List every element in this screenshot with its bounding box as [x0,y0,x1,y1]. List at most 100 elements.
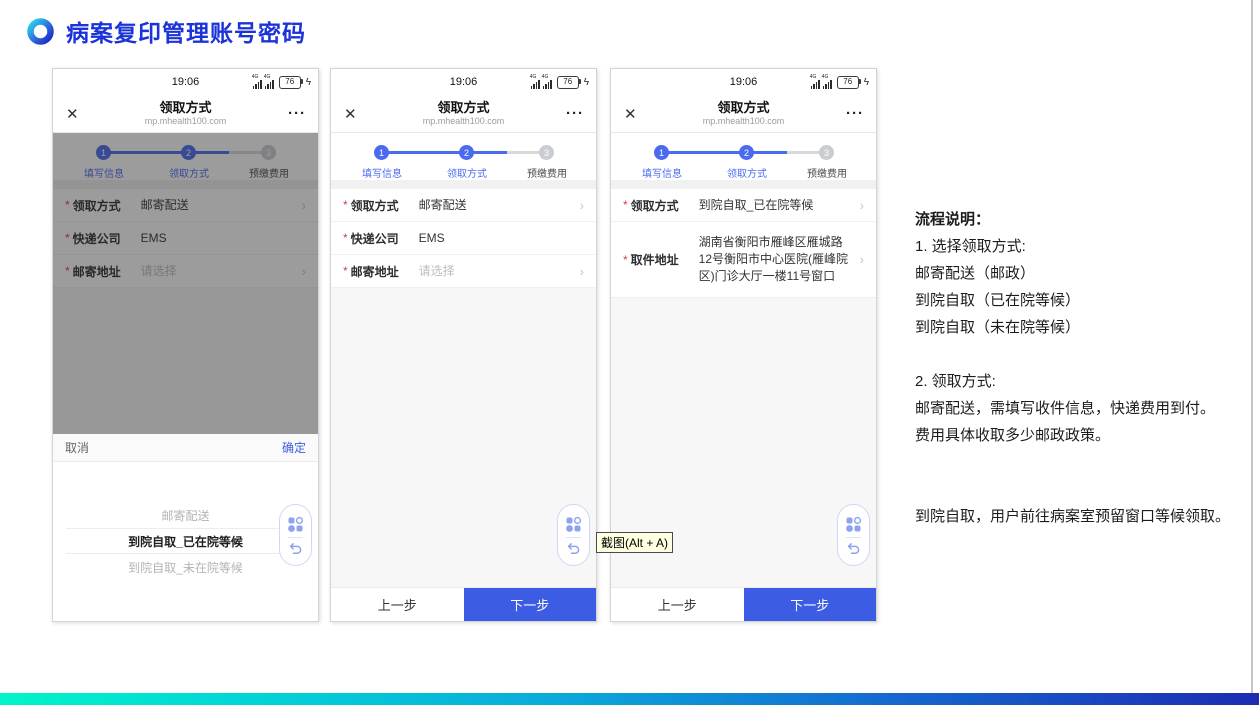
field-label: 快递公司 [351,230,411,247]
note-line: 到院自取（未在院等候） [915,314,1257,341]
nav-center: 领取方式 mp.mhealth100.com [611,100,876,128]
field-pickup-method[interactable]: * 领取方式 邮寄配送 › [331,189,596,222]
undo-icon[interactable] [566,542,581,555]
note-line [915,341,1257,368]
progress-line [382,151,467,154]
dim-overlay [53,133,318,434]
picker-option-selected[interactable]: 到院自取_已在院等候 [66,528,306,554]
field-pickup-method[interactable]: * 领取方式 到院自取_已在院等候 › [611,189,876,222]
nav-bar: ✕ 领取方式 mp.mhealth100.com ··· [331,95,596,133]
step-label-1: 填写信息 [630,165,694,180]
picker-option[interactable]: 邮寄配送 [66,502,306,528]
sheet-header: 取消 确定 [53,434,318,462]
floating-widget[interactable] [279,504,312,566]
nav-title: 领取方式 [437,100,489,116]
wizard-footer: 上一步 下一步 [331,587,596,621]
step-circle-1: 1 [654,145,669,160]
bottom-gradient-bar [0,693,1259,705]
divider [566,537,581,538]
note-line: 到院自取，用户前往病案室预留窗口等候领取。 [915,503,1257,530]
chevron-right-icon: › [580,264,584,279]
stepper: 1 2 3 填写信息 领取方式 预缴费用 [331,133,596,180]
nav-bar: ✕ 领取方式 mp.mhealth100.com ··· [53,95,318,133]
field-value: EMS [419,230,584,247]
status-bar: 19:06 4G 4G 76 ϟ [331,69,596,95]
note-line [915,476,1257,503]
form-fields: * 领取方式 邮寄配送 › * 快递公司 EMS * 邮寄地址 请选择 › [331,189,596,288]
required-mark: * [343,264,348,278]
prev-button[interactable]: 上一步 [331,588,464,621]
note-line: 2. 领取方式: [915,368,1257,395]
signal-icon: 4G [823,75,832,89]
field-mail-address[interactable]: * 邮寄地址 请选择 › [331,255,596,288]
undo-icon[interactable] [288,542,303,555]
next-button[interactable]: 下一步 [744,588,877,621]
wizard-footer: 上一步 下一步 [611,587,876,621]
signal-icon: 4G [253,75,262,89]
field-label: 领取方式 [351,197,411,214]
chevron-right-icon: › [860,252,864,267]
divider [288,537,303,538]
field-value: 邮寄配送 [419,197,576,214]
close-icon[interactable]: ✕ [344,105,357,123]
battery-icon: 76 [837,76,859,89]
status-bar: 19:06 4G 4G 76 ϟ [53,69,318,95]
more-icon[interactable]: ··· [288,105,306,122]
nav-title: 领取方式 [159,100,211,116]
signal-icon: 4G [531,75,540,89]
note-line: 到院自取（已在院等候） [915,287,1257,314]
step-label-3: 预缴费用 [795,165,859,180]
confirm-button[interactable]: 确定 [282,439,306,456]
ring-logo-icon [27,18,54,45]
field-placeholder: 请选择 [419,263,576,280]
signal-icon: 4G [543,75,552,89]
chevron-right-icon: › [580,198,584,213]
nav-center: 领取方式 mp.mhealth100.com [331,100,596,128]
status-icons: 4G 4G 76 ϟ [253,69,311,95]
notes-heading: 流程说明： [915,206,1257,233]
close-icon[interactable]: ✕ [624,105,637,123]
screenshot-tooltip: 截图(Alt + A) [596,532,673,553]
step-circle-2: 2 [459,145,474,160]
phone-screenshot-2: 19:06 4G 4G 76 ϟ ✕ 领取方式 mp.mhealth100.co… [330,68,597,622]
field-pickup-address[interactable]: * 取件地址 湖南省衡阳市雁峰区雁城路12号衡阳市中心医院(雁峰院区)门诊大厅一… [611,222,876,298]
form-fields: * 领取方式 到院自取_已在院等候 › * 取件地址 湖南省衡阳市雁峰区雁城路1… [611,189,876,298]
slide-header: 病案复印管理账号密码 [27,14,306,48]
field-courier-company: * 快递公司 EMS [331,222,596,255]
battery-icon: 76 [279,76,301,89]
status-bar: 19:06 4G 4G 76 ϟ [611,69,876,95]
close-icon[interactable]: ✕ [66,105,79,123]
slide: 病案复印管理账号密码 19:06 4G 4G 76 ϟ ✕ 领取方式 mp.mh… [0,0,1259,705]
chevron-right-icon: › [860,198,864,213]
field-value: 到院自取_已在院等候 [699,197,856,214]
required-mark: * [343,231,348,245]
nav-title: 领取方式 [717,100,769,116]
nav-bar: ✕ 领取方式 mp.mhealth100.com ··· [611,95,876,133]
cancel-button[interactable]: 取消 [65,439,89,456]
prev-button[interactable]: 上一步 [611,588,744,621]
next-button[interactable]: 下一步 [464,588,597,621]
more-icon[interactable]: ··· [566,105,584,122]
divider [846,537,861,538]
note-line: 费用具体收取多少邮政政策。 [915,422,1257,449]
required-mark: * [343,198,348,212]
note-line [915,449,1257,476]
grid-icon [845,516,862,533]
floating-widget[interactable] [557,504,590,566]
note-line: 1. 选择领取方式: [915,233,1257,260]
progress-line [662,151,747,154]
section-gap [611,180,876,189]
status-time: 19:06 [730,76,758,88]
floating-widget[interactable] [837,504,870,566]
battery-icon: 76 [557,76,579,89]
more-icon[interactable]: ··· [846,105,864,122]
process-notes: 流程说明： 1. 选择领取方式: 邮寄配送（邮政） 到院自取（已在院等候） 到院… [915,206,1257,530]
picker-option[interactable]: 到院自取_未在院等候 [66,554,306,580]
signal-icon: 4G [811,75,820,89]
step-label-3: 预缴费用 [515,165,579,180]
nav-subtitle: mp.mhealth100.com [703,116,785,127]
undo-icon[interactable] [846,542,861,555]
nav-subtitle: mp.mhealth100.com [423,116,505,127]
step-circle-3: 3 [819,145,834,160]
page-title: 病案复印管理账号密码 [66,14,306,48]
